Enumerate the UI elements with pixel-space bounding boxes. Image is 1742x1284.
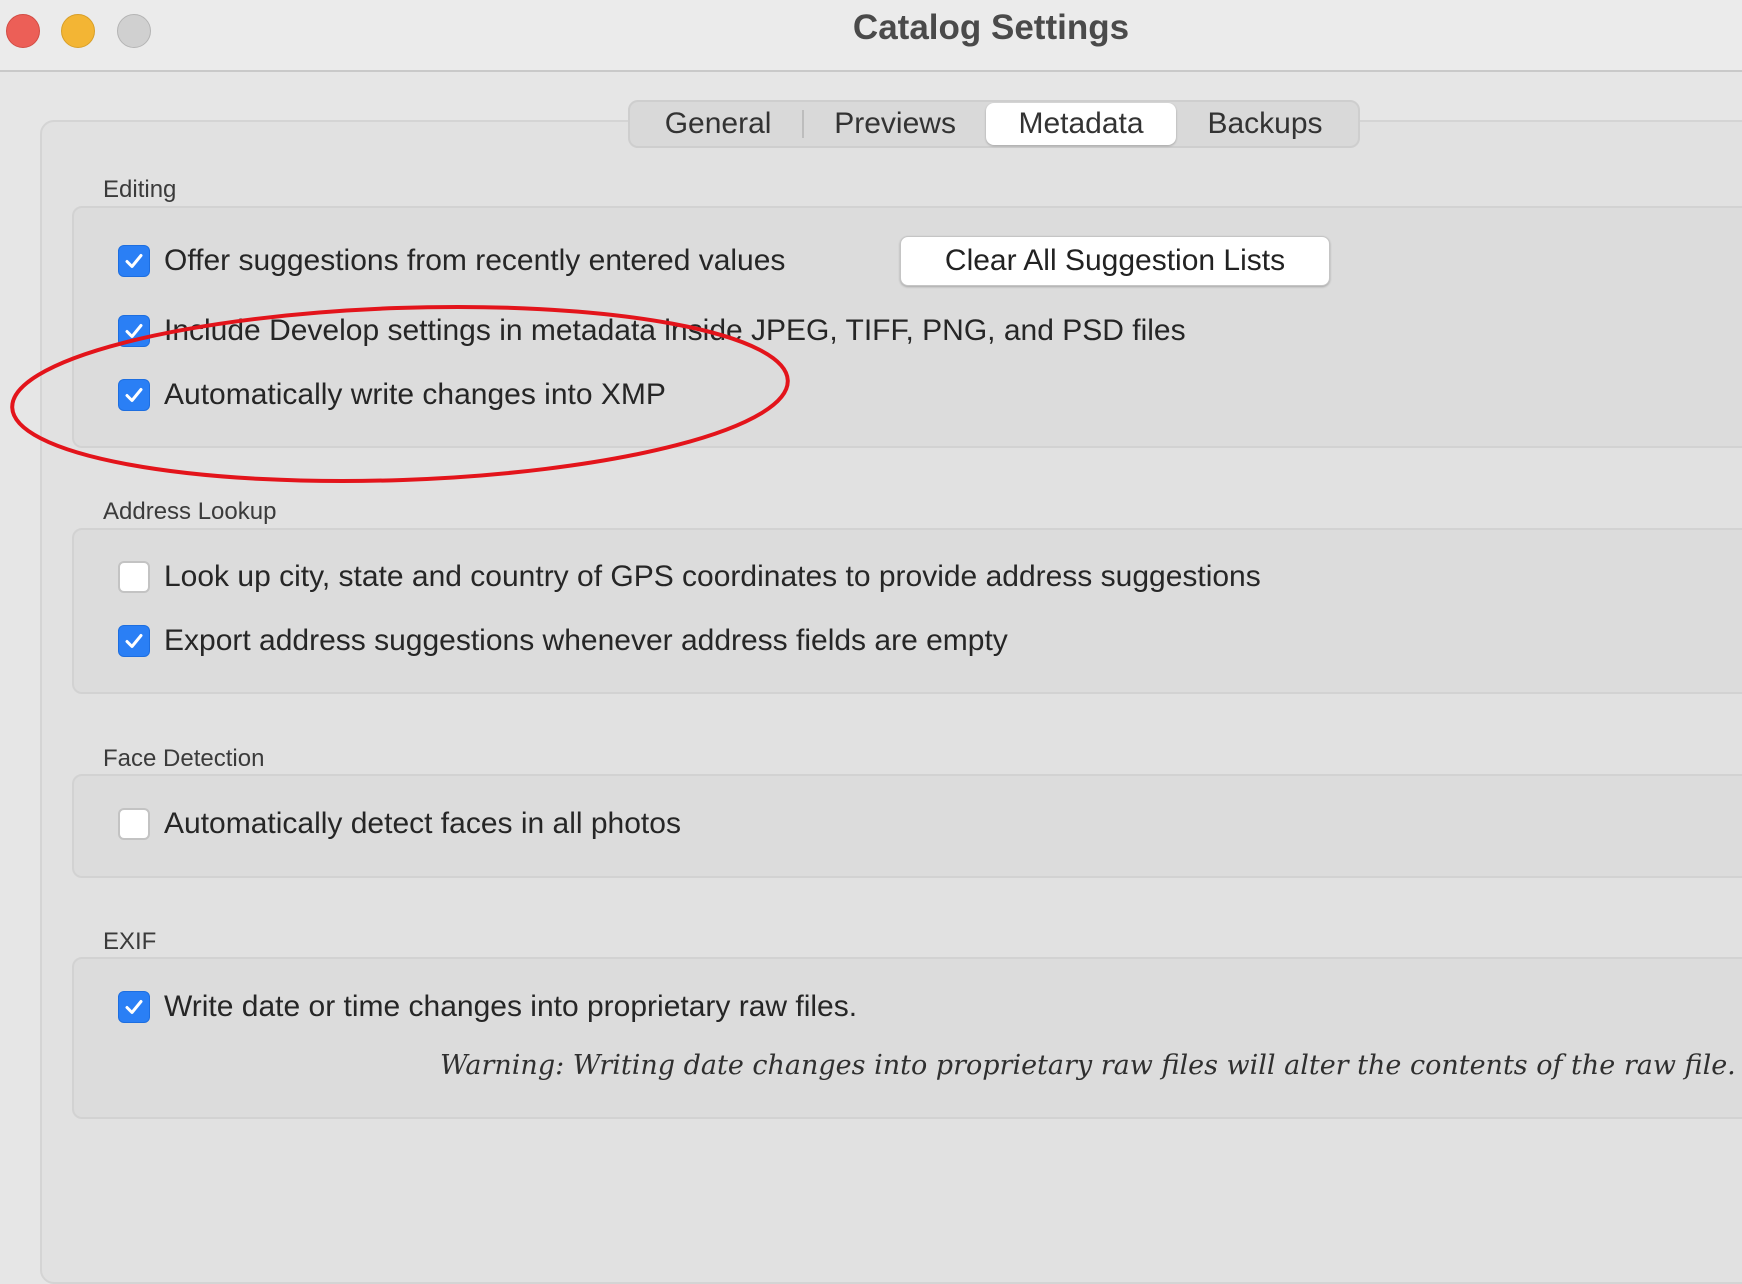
- tab-metadata[interactable]: Metadata: [986, 103, 1176, 145]
- lookup-gps-checkbox[interactable]: [118, 561, 150, 593]
- title-bar: Catalog Settings: [0, 0, 1742, 72]
- auto-write-xmp-checkbox[interactable]: [118, 379, 150, 411]
- auto-detect-faces-row[interactable]: Automatically detect faces in all photos: [118, 807, 681, 841]
- auto-write-xmp-row[interactable]: Automatically write changes into XMP: [118, 378, 666, 412]
- clear-all-suggestion-lists-button[interactable]: Clear All Suggestion Lists: [900, 236, 1330, 286]
- export-suggestions-checkbox[interactable]: [118, 625, 150, 657]
- checkmark-icon: [125, 254, 143, 268]
- section-label-exif: EXIF: [103, 928, 157, 955]
- offer-suggestions-checkbox[interactable]: [118, 245, 150, 277]
- export-suggestions-row[interactable]: Export address suggestions whenever addr…: [118, 624, 1008, 658]
- tab-bar: General Previews Metadata Backups: [628, 100, 1360, 148]
- exif-group: [72, 957, 1742, 1119]
- write-date-row[interactable]: Write date or time changes into propriet…: [118, 990, 857, 1024]
- address-lookup-group: [72, 528, 1742, 694]
- section-label-editing: Editing: [103, 176, 177, 203]
- tab-previews[interactable]: Previews: [804, 103, 986, 145]
- offer-suggestions-label: Offer suggestions from recently entered …: [164, 244, 786, 277]
- offer-suggestions-row[interactable]: Offer suggestions from recently entered …: [118, 244, 785, 278]
- tab-backups[interactable]: Backups: [1176, 103, 1354, 145]
- include-develop-label: Include Develop settings in metadata ins…: [164, 314, 1186, 347]
- checkmark-icon: [125, 1000, 143, 1014]
- auto-detect-faces-label: Automatically detect faces in all photos: [164, 807, 681, 840]
- auto-write-xmp-label: Automatically write changes into XMP: [164, 378, 666, 411]
- include-develop-row[interactable]: Include Develop settings in metadata ins…: [118, 314, 1186, 348]
- checkmark-icon: [125, 634, 143, 648]
- exif-warning-text: Warning: Writing date changes into propr…: [440, 1050, 1736, 1081]
- window-title: Catalog Settings: [852, 8, 1130, 47]
- write-date-label: Write date or time changes into propriet…: [164, 990, 858, 1023]
- lookup-gps-row[interactable]: Look up city, state and country of GPS c…: [118, 560, 1261, 594]
- write-date-checkbox[interactable]: [118, 991, 150, 1023]
- section-label-face-detection: Face Detection: [103, 745, 265, 772]
- checkmark-icon: [125, 388, 143, 402]
- checkmark-icon: [125, 324, 143, 338]
- lookup-gps-label: Look up city, state and country of GPS c…: [164, 560, 1261, 593]
- export-suggestions-label: Export address suggestions whenever addr…: [164, 624, 1008, 657]
- auto-detect-faces-checkbox[interactable]: [118, 808, 150, 840]
- include-develop-checkbox[interactable]: [118, 315, 150, 347]
- section-label-address-lookup: Address Lookup: [103, 498, 277, 525]
- tab-general[interactable]: General: [634, 103, 802, 145]
